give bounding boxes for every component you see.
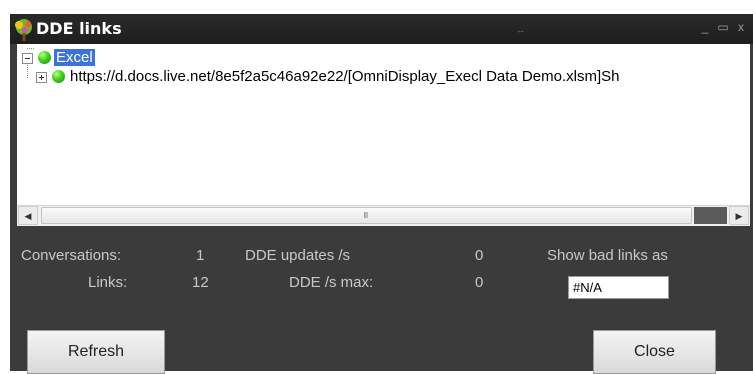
tree-node-label[interactable]: Excel (54, 49, 95, 66)
title-grip-icon: ↔ (516, 25, 525, 35)
title-bar[interactable]: DDE links ↔ _ ▭ x (10, 14, 753, 44)
bad-links-input[interactable]: #N/A (568, 276, 669, 299)
collapse-icon[interactable] (22, 53, 33, 64)
scroll-track[interactable] (694, 207, 727, 224)
close-window-button[interactable]: x (734, 20, 748, 34)
maximize-button[interactable]: ▭ (716, 20, 730, 34)
minimize-button[interactable]: _ (698, 20, 712, 34)
arrow-left-icon: ◀ (24, 211, 32, 221)
links-value: 12 (192, 274, 209, 291)
thumb-grip-icon: III (363, 211, 369, 220)
dde-max-value: 0 (475, 274, 484, 291)
horizontal-scrollbar[interactable]: ◀ III ▶ (17, 205, 750, 226)
scroll-thumb[interactable]: III (41, 207, 692, 224)
refresh-button[interactable]: Refresh (27, 330, 165, 374)
arrow-right-icon: ▶ (735, 211, 743, 221)
dde-updates-label: DDE updates /s (245, 247, 351, 264)
tree-connector (27, 48, 34, 49)
dde-updates-value: 0 (475, 247, 484, 264)
expand-icon[interactable] (36, 72, 47, 83)
scroll-right-button[interactable]: ▶ (729, 206, 749, 225)
tree-app-icon (15, 19, 32, 41)
conversations-value: 1 (196, 247, 205, 264)
tree-node-label[interactable]: https://d.docs.live.net/8e5f2a5c46a92e22… (70, 68, 619, 85)
status-green-icon (38, 51, 51, 64)
dde-max-label: DDE /s max: (289, 274, 374, 291)
window-title: DDE links (36, 19, 122, 38)
dde-links-window: DDE links ↔ _ ▭ x Excel https://d.docs.l… (10, 14, 753, 374)
close-button[interactable]: Close (593, 330, 716, 374)
dde-links-tree[interactable]: Excel https://d.docs.live.net/8e5f2a5c46… (17, 44, 750, 215)
status-green-icon (52, 70, 65, 83)
links-label: Links: (88, 274, 128, 291)
bad-links-label: Show bad links as (547, 247, 668, 264)
conversations-label: Conversations: (21, 247, 122, 264)
scroll-left-button[interactable]: ◀ (18, 206, 38, 225)
